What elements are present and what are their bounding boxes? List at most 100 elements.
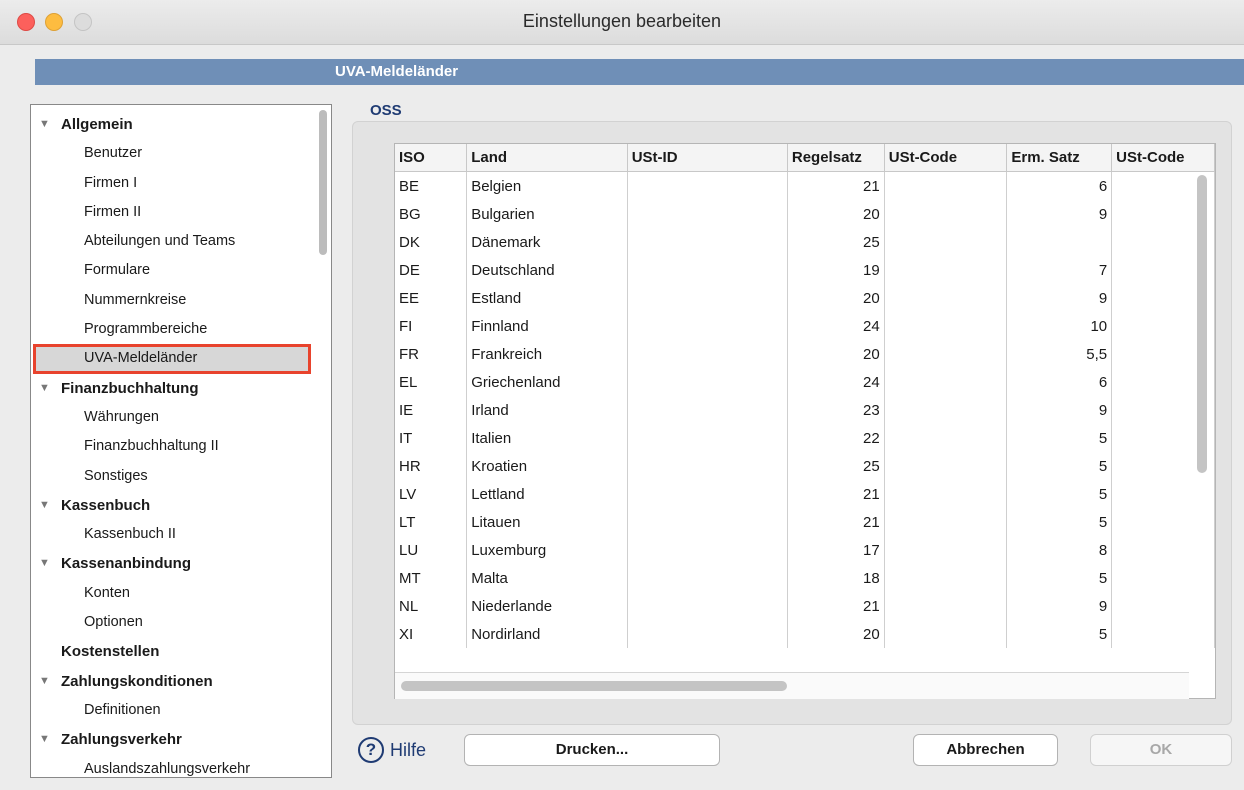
column-header[interactable]: USt-Code [884,144,1008,172]
table-cell[interactable]: Griechenland [466,368,628,396]
table-row[interactable]: LV Lettland 21 5 [395,480,1215,508]
table-cell[interactable] [627,564,788,592]
table-cell[interactable] [627,536,788,564]
table-cell[interactable]: 9 [1006,284,1113,312]
table-cell[interactable]: Lettland [466,480,628,508]
table-row[interactable]: IE Irland 23 9 [395,396,1215,424]
table-cell[interactable] [884,284,1008,312]
table-cell[interactable]: 21 [787,508,885,536]
table-cell[interactable]: 22 [787,424,885,452]
table-cell[interactable]: 6 [1006,368,1113,396]
table-cell[interactable] [884,508,1008,536]
table-cell[interactable] [884,396,1008,424]
table-cell[interactable]: DK [395,228,468,256]
table-cell[interactable] [884,256,1008,284]
table-row[interactable]: HR Kroatien 25 5 [395,452,1215,480]
table-cell[interactable] [1111,564,1215,592]
table-cell[interactable]: Luxemburg [466,536,628,564]
table-cell[interactable]: 21 [787,171,885,200]
table-horizontal-scrollbar[interactable] [401,681,787,691]
table-cell[interactable]: 17 [787,536,885,564]
tree-item[interactable]: Benutzer [31,139,311,168]
disclosure-triangle-icon[interactable]: ▼ [39,549,50,578]
table-cell[interactable] [627,424,788,452]
table-cell[interactable]: 20 [787,340,885,368]
sidebar-scrollbar[interactable] [319,110,327,255]
table-row[interactable]: MT Malta 18 5 [395,564,1215,592]
table-cell[interactable] [627,508,788,536]
table-cell[interactable]: 19 [787,256,885,284]
tree-group[interactable]: ▼ Zahlungsverkehr [31,725,311,754]
table-row[interactable]: FR Frankreich 20 5,5 [395,340,1215,368]
tree-group[interactable]: ▼ Finanzbuchhaltung [31,374,311,403]
table-cell[interactable]: 18 [787,564,885,592]
tree-item[interactable]: Abteilungen und Teams [31,227,311,256]
table-cell[interactable]: 10 [1006,312,1113,340]
table-cell[interactable]: Malta [466,564,628,592]
table-row[interactable]: FI Finnland 24 10 [395,312,1215,340]
table-cell[interactable] [627,312,788,340]
table-cell[interactable] [1111,536,1215,564]
tree-item[interactable]: Firmen II [31,198,311,227]
table-row[interactable]: LT Litauen 21 5 [395,508,1215,536]
table-cell[interactable] [884,368,1008,396]
table-cell[interactable] [627,256,788,284]
table-cell[interactable]: 5,5 [1006,340,1113,368]
tree-item[interactable]: Währungen [31,403,311,432]
table-cell[interactable]: EL [395,368,468,396]
column-header[interactable]: Land [466,144,628,172]
table-cell[interactable]: Niederlande [466,592,628,620]
table-cell[interactable]: Finnland [466,312,628,340]
table-cell[interactable]: NL [395,592,468,620]
help-button[interactable]: ? Hilfe [358,737,426,763]
table-cell[interactable] [1111,620,1215,648]
table-cell[interactable]: 20 [787,284,885,312]
tree-group[interactable]: ▼ Zahlungskonditionen [31,667,311,696]
table-cell[interactable]: Deutschland [466,256,628,284]
table-cell[interactable]: 21 [787,480,885,508]
table-cell[interactable] [627,200,788,228]
tree-group[interactable]: ▼ Kassenbuch [31,491,311,520]
table-cell[interactable] [884,620,1008,648]
table-cell[interactable]: 23 [787,396,885,424]
table-cell[interactable] [1111,480,1215,508]
table-cell[interactable]: 24 [787,312,885,340]
tree-group[interactable]: ▼ Allgemein [31,110,311,139]
table-cell[interactable]: HR [395,452,468,480]
table-cell[interactable]: 25 [787,452,885,480]
table-cell[interactable]: FR [395,340,468,368]
tree-item[interactable]: Auslandszahlungsverkehr [31,755,311,777]
table-cell[interactable] [884,536,1008,564]
table-row[interactable]: DK Dänemark 25 [395,228,1215,256]
table-cell[interactable] [884,452,1008,480]
table-cell[interactable] [884,564,1008,592]
table-cell[interactable]: BE [395,171,468,200]
table-cell[interactable]: Estland [466,284,628,312]
table-cell[interactable]: LT [395,508,468,536]
tree-item[interactable]: Nummernkreise [31,286,311,315]
table-cell[interactable]: Nordirland [466,620,628,648]
tree-item[interactable]: Definitionen [31,696,311,725]
table-cell[interactable]: EE [395,284,468,312]
table-cell[interactable]: 24 [787,368,885,396]
table-cell[interactable]: IT [395,424,468,452]
column-header[interactable]: Regelsatz [787,144,885,172]
table-cell[interactable]: LU [395,536,468,564]
table-cell[interactable]: 6 [1006,171,1113,200]
table-row[interactable]: EE Estland 20 9 [395,284,1215,312]
table-cell[interactable] [884,200,1008,228]
tree-item[interactable]: Programmbereiche [31,315,311,344]
table-cell[interactable]: LV [395,480,468,508]
table-cell[interactable] [1111,508,1215,536]
table-cell[interactable] [627,368,788,396]
table-cell[interactable]: 9 [1006,200,1113,228]
tree-item[interactable]: Formulare [31,256,311,285]
table-cell[interactable]: 5 [1006,480,1113,508]
table-cell[interactable] [627,284,788,312]
table-cell[interactable] [627,620,788,648]
table-cell[interactable]: XI [395,620,468,648]
tree-item[interactable]: Sonstiges [31,462,311,491]
table-cell[interactable]: 20 [787,200,885,228]
table-cell[interactable]: DE [395,256,468,284]
table-cell[interactable]: BG [395,200,468,228]
